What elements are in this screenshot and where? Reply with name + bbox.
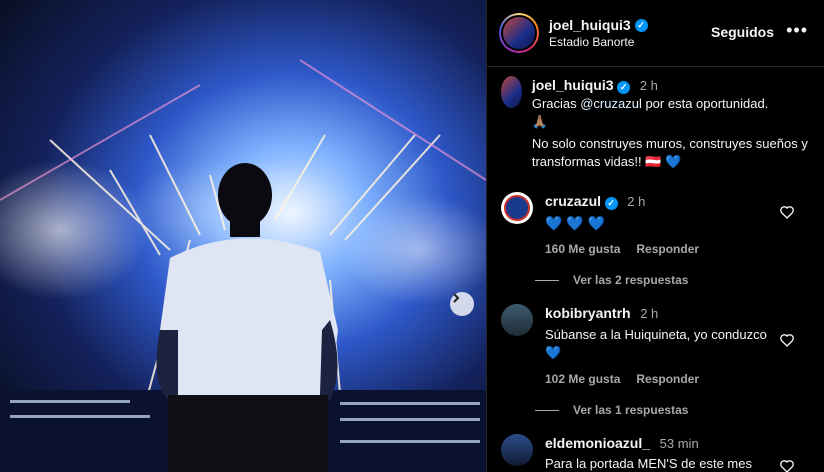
post-details-panel: joel_huiqui3 ✓ Estadio Banorte Seguidos … xyxy=(487,0,824,472)
view-replies-button[interactable]: Ver las 1 respuestas xyxy=(535,403,688,417)
comment-text: Súbanse a la Huiquineta, yo conduzco xyxy=(545,327,767,342)
comment-username[interactable]: cruzazul xyxy=(545,193,601,209)
replies-line xyxy=(535,279,559,281)
caption-text: Gracias xyxy=(531,96,581,111)
chevron-right-icon xyxy=(453,293,460,303)
comment-time: 2 h xyxy=(640,306,659,321)
avatar-image xyxy=(503,17,535,49)
comment-text: Para la portada MEN'S de este mes xyxy=(545,456,752,471)
caption-emoji: 🙏🏽 xyxy=(531,114,549,129)
verified-icon: ✓ xyxy=(604,197,618,210)
heart-icon[interactable] xyxy=(779,458,795,472)
post-caption: joel_huiqui3 ✓ 2 h Gracias @cruzazul por… xyxy=(501,76,811,171)
heart-icon[interactable] xyxy=(779,332,795,348)
replies-line xyxy=(535,409,559,411)
post-header: joel_huiqui3 ✓ Estadio Banorte Seguidos … xyxy=(487,0,824,67)
comment-item: kobibryantrh 2 h Súbanse a la Huiquineta… xyxy=(501,304,811,388)
comment-likes[interactable]: 102 Me gusta xyxy=(545,370,620,388)
caption-avatar[interactable] xyxy=(501,76,522,108)
stadium-scene xyxy=(0,59,486,472)
comment-text: 💙 💙 💙 xyxy=(545,215,606,231)
comment-emoji: 💙 xyxy=(545,345,562,360)
reply-button[interactable]: Responder xyxy=(636,370,699,388)
comment-time: 2 h xyxy=(627,194,646,209)
verified-icon: ✓ xyxy=(617,81,631,94)
comment-time: 53 min xyxy=(659,436,699,451)
comment-avatar[interactable] xyxy=(501,434,533,466)
caption-username[interactable]: joel_huiqui3 xyxy=(532,77,614,93)
verified-icon: ✓ xyxy=(634,18,648,32)
caption-text: por esta oportunidad. xyxy=(641,96,769,111)
comment-username[interactable]: eldemonioazul_ xyxy=(545,435,650,451)
more-horizontal-icon[interactable]: ••• xyxy=(786,20,808,41)
caption-time: 2 h xyxy=(639,78,658,93)
comment-likes[interactable]: 160 Me gusta xyxy=(545,240,620,258)
author-username[interactable]: joel_huiqui3 xyxy=(549,17,631,33)
cruzazul-logo xyxy=(504,195,530,221)
comment-item: cruzazul ✓ 2 h 💙 💙 💙 160 Me gusta Respon… xyxy=(501,192,811,258)
comment-avatar[interactable] xyxy=(501,304,533,336)
author-avatar[interactable] xyxy=(499,13,539,53)
heart-icon[interactable] xyxy=(779,204,795,220)
post-photo[interactable] xyxy=(0,0,486,472)
view-replies-label: Ver las 2 respuestas xyxy=(573,273,689,287)
caption-emoji: 💙 xyxy=(665,154,682,169)
comment-item: eldemonioazul_ 53 min Para la portada ME… xyxy=(501,434,811,472)
post-location[interactable]: Estadio Banorte xyxy=(549,35,648,49)
view-replies-label: Ver las 1 respuestas xyxy=(573,403,689,417)
reply-button[interactable]: Responder xyxy=(636,240,699,258)
mention-link[interactable]: @cruzazul xyxy=(580,96,642,111)
caption-emoji: 🇦🇹 xyxy=(645,154,662,169)
following-button[interactable]: Seguidos xyxy=(711,24,774,40)
next-photo-button[interactable] xyxy=(450,292,474,316)
comment-username[interactable]: kobibryantrh xyxy=(545,305,631,321)
view-replies-button[interactable]: Ver las 2 respuestas xyxy=(535,273,688,287)
comment-avatar[interactable] xyxy=(501,192,533,224)
